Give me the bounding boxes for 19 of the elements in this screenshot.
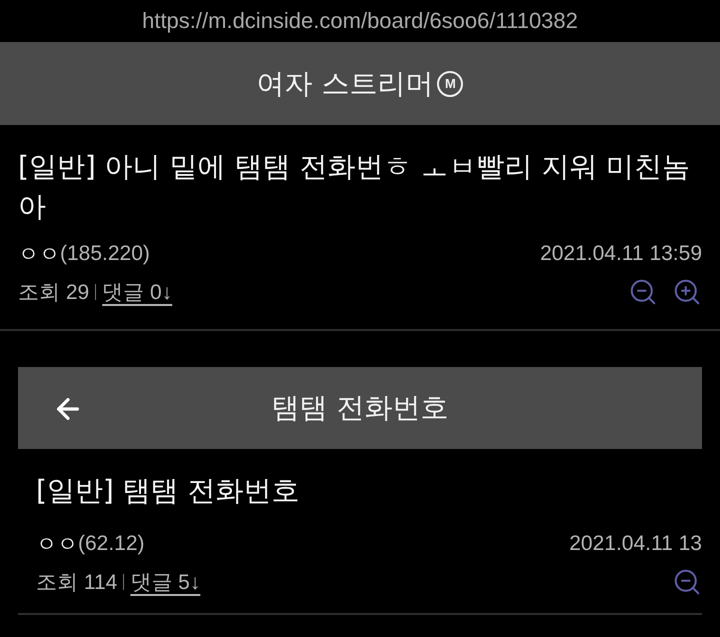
embedded-title: 탬탬 전화번호 <box>272 390 448 426</box>
zoom-out-icon[interactable] <box>628 277 658 307</box>
comment-link[interactable]: 댓글 0↓ <box>102 278 172 306</box>
writer-ip: (185.220) <box>60 242 150 266</box>
post-title: [일반] 탬탬 전화번호 <box>36 473 301 509</box>
zoom-in-icon[interactable] <box>672 277 702 307</box>
gallery-title: 여자 스트리머 <box>256 66 434 102</box>
view-count: 조회 29 <box>18 280 90 306</box>
post-date: 2021.04.11 13:59 <box>540 242 702 266</box>
post-title: [일반] 아니 밑에 탬탬 전화번ㅎ ㅗㅂ빨리 지워 미친놈아 <box>18 149 692 225</box>
view-count: 조회 114 <box>36 570 118 596</box>
writer-name: ㅇㅇ <box>36 531 78 558</box>
minor-gallery-badge: M <box>437 70 464 96</box>
comment-link[interactable]: 댓글 5↓ <box>130 568 200 596</box>
writer-name: ㅇㅇ <box>18 241 60 268</box>
zoom-out-icon[interactable] <box>672 567 702 597</box>
page-url: https://m.dcinside.com/board/6soo6/1110382 <box>142 8 578 34</box>
writer-ip: (62.12) <box>78 532 145 556</box>
post-date: 2021.04.11 13 <box>569 532 702 556</box>
